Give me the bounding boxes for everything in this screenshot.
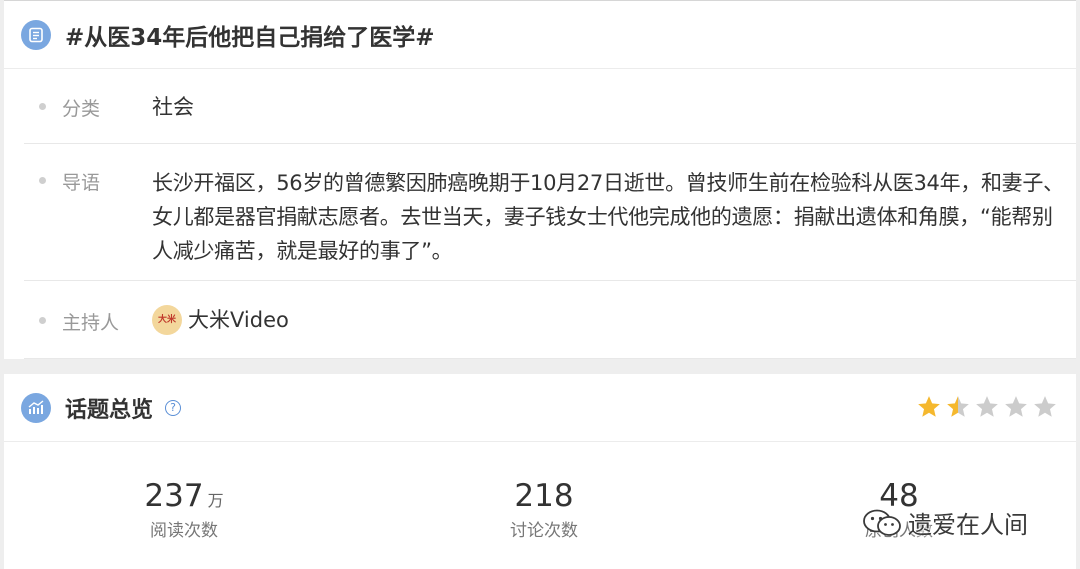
host-avatar-text: 大米 [157,315,176,325]
star-icon [1034,396,1056,417]
stat-value: 218 [514,478,574,514]
trend-chart-icon [21,392,51,423]
host-name[interactable]: 大米Video [188,303,289,337]
watermark: 遗爱在人间 [862,505,1028,540]
star-icon [918,396,940,417]
host-row: 主持人 大米 大米Video [24,281,1076,359]
topic-title[interactable]: #从医34年后他把自己捐给了医学# [65,18,435,52]
category-row: 分类 社会 [24,70,1076,144]
topic-header: #从医34年后他把自己捐给了医学# [4,1,1076,69]
topic-document-icon [21,19,51,50]
bullet-dot [39,317,46,324]
stat-label: 阅读次数 [150,521,218,541]
help-icon[interactable]: ? [165,399,182,416]
category-value: 社会 [152,95,194,119]
topic-card: #从医34年后他把自己捐给了医学# 分类 社会 导语 长沙开福区，56岁的曾德繁… [4,0,1076,359]
star-rating [916,394,1058,420]
wechat-icon [863,509,901,536]
intro-label: 导语 [62,172,101,194]
star-icon [1005,396,1027,417]
host-label: 主持人 [62,312,120,334]
watermark-text: 遗爱在人间 [908,511,1028,539]
stat-reads: 237 万 阅读次数 [84,478,284,541]
star-icon [976,396,998,417]
stat-label: 讨论次数 [510,521,578,541]
stat-discussions: 218 讨论次数 [444,478,644,541]
stat-unit: 万 [207,491,224,510]
host-avatar[interactable]: 大米 [152,305,182,335]
host-value[interactable]: 大米 大米Video [152,303,1066,337]
overview-title: 话题总览 [65,397,154,423]
intro-text: 长沙开福区，56岁的曾德繁因肺癌晚期于10月27日逝世。曾技师生前在检验科从医3… [152,171,1064,263]
category-label: 分类 [62,98,101,120]
intro-row: 导语 长沙开福区，56岁的曾德繁因肺癌晚期于10月27日逝世。曾技师生前在检验科… [24,144,1076,281]
bullet-dot [39,177,46,184]
star-icon [947,396,969,417]
stat-value: 237 [144,478,204,514]
bullet-dot [39,103,46,110]
